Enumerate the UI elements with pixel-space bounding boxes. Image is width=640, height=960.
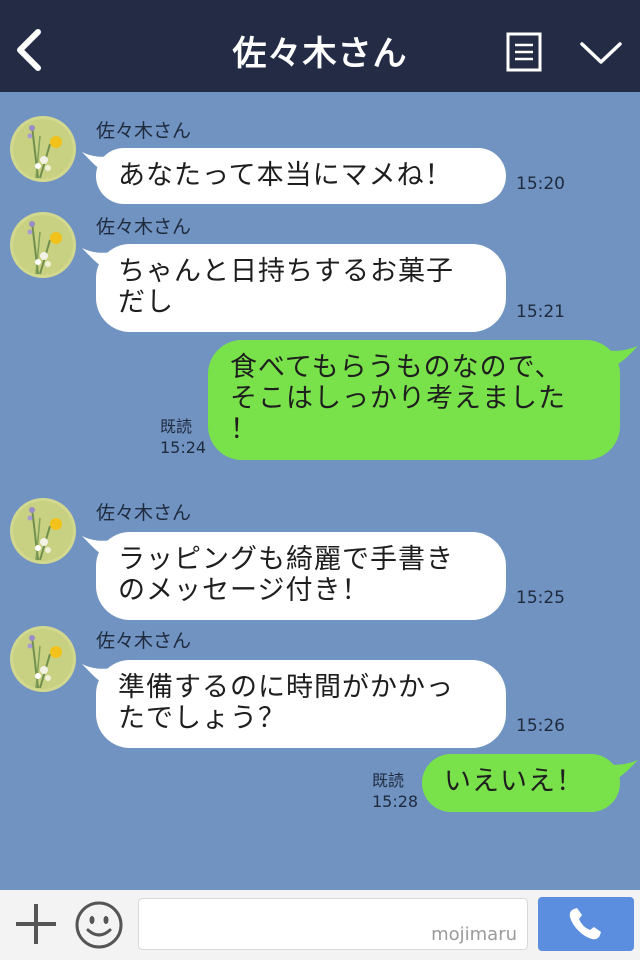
avatar[interactable] [10, 626, 76, 692]
message-line: 準備するのに時間がかかっ [118, 672, 454, 703]
incoming-message-bubble[interactable]: ちゃんと日持ちするお菓子 だし [96, 244, 506, 332]
flower-avatar-icon [10, 626, 76, 692]
incoming-message-bubble[interactable]: 準備するのに時間がかかっ たでしょう？ [96, 660, 506, 748]
message-line: のメッセージ付き！ [118, 575, 370, 606]
message-time: 15:26 [516, 716, 565, 736]
outgoing-message-bubble[interactable]: 食べてもらうものなので、 そこはしっかり考えました ！ [208, 340, 620, 460]
flower-avatar-icon [10, 212, 76, 278]
flower-avatar-icon [10, 498, 76, 564]
chat-header: 佐々木さん [0, 0, 640, 92]
read-receipt: 既読 15:24 [160, 416, 206, 458]
flower-avatar-icon [10, 116, 76, 182]
avatar[interactable] [10, 116, 76, 182]
message-list[interactable]: 佐々木さん あなたって本当にマメね！ 15:20 佐々木さん ちゃんと日持ちする… [0, 92, 640, 890]
message-time: 15:28 [372, 792, 419, 811]
avatar[interactable] [10, 212, 76, 278]
message-input[interactable]: mojimaru [138, 898, 528, 950]
avatar[interactable] [10, 498, 76, 564]
incoming-message-bubble[interactable]: ラッピングも綺麗で手書き のメッセージ付き！ [96, 532, 506, 620]
incoming-message-bubble[interactable]: あなたって本当にマメね！ [96, 148, 506, 204]
notes-menu-icon[interactable] [506, 32, 542, 72]
message-line: ！ [230, 414, 258, 445]
sender-name: 佐々木さん [96, 502, 192, 524]
message-line: 食べてもらうものなので、 [230, 352, 563, 383]
watermark-text: mojimaru [431, 924, 517, 945]
read-label: 既読 [160, 417, 193, 436]
message-time: 15:20 [516, 174, 565, 194]
message-time: 15:25 [516, 588, 565, 608]
chevron-down-icon[interactable] [578, 40, 624, 68]
read-label: 既読 [372, 771, 405, 790]
read-receipt: 既読 15:28 [372, 770, 418, 812]
sender-name: 佐々木さん [96, 630, 192, 652]
message-line: たでしょう？ [118, 703, 286, 734]
outgoing-message-bubble[interactable]: いえいえ！ [422, 754, 620, 812]
sender-name: 佐々木さん [96, 216, 192, 238]
message-text: いえいえ！ [444, 766, 584, 797]
message-line: だし [118, 287, 174, 318]
sender-name: 佐々木さん [96, 120, 192, 142]
message-time: 15:21 [516, 302, 565, 322]
phone-icon [569, 908, 601, 940]
message-line: ちゃんと日持ちするお菓子 [118, 256, 454, 287]
message-line: ラッピングも綺麗で手書き [118, 544, 454, 575]
call-button[interactable] [538, 897, 634, 951]
smile-icon[interactable] [74, 900, 124, 950]
message-time: 15:24 [160, 438, 207, 457]
chat-title: 佐々木さん [232, 34, 408, 74]
plus-icon[interactable] [14, 902, 58, 946]
message-line: そこはしっかり考えました [230, 383, 566, 414]
message-text: あなたって本当にマメね！ [118, 160, 453, 191]
